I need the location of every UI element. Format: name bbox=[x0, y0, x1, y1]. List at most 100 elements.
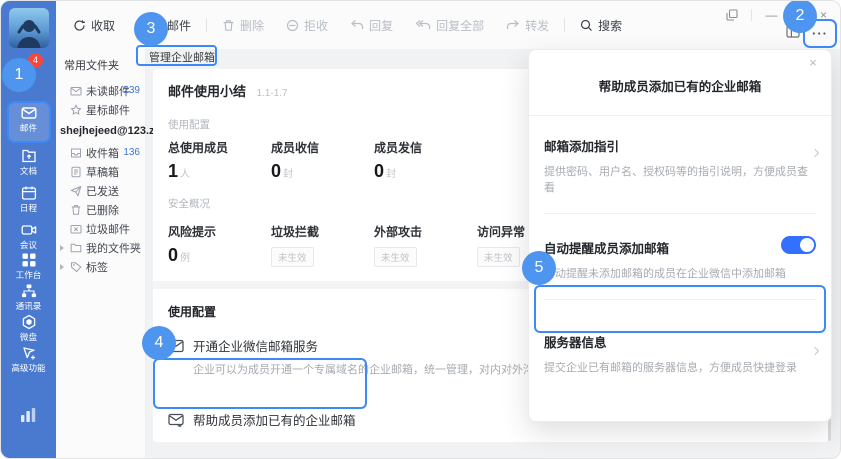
draft-icon bbox=[70, 166, 82, 178]
app-window: 4 邮件 文档 日程 会议 工作台 通讯录 微盘 bbox=[0, 0, 841, 459]
panel-divider bbox=[544, 213, 816, 214]
trash-icon bbox=[222, 19, 235, 32]
sidebar-item-calendar[interactable]: 日程 bbox=[1, 185, 56, 213]
reject-button[interactable]: 拒收 bbox=[275, 17, 339, 34]
mailbox-guide-item[interactable]: 邮箱添加指引 提供密码、用户名、授权码等的指引说明，方便成员查看 bbox=[529, 136, 831, 195]
forward-button[interactable]: 转发 bbox=[495, 17, 560, 34]
sidebar-item-label: 工作台 bbox=[2, 270, 54, 280]
panel-title: 帮助成员添加已有的企业邮箱 bbox=[529, 76, 831, 95]
stat-received: 成员收信 0封 bbox=[271, 139, 374, 182]
manage-mailbox-tab[interactable]: 管理企业邮箱 bbox=[149, 49, 215, 65]
sidebar-item-label: 文档 bbox=[2, 166, 54, 176]
delete-button[interactable]: 删除 bbox=[211, 17, 275, 34]
inbox-count: 136 bbox=[123, 147, 140, 158]
stat-total-members: 总使用成员 1人 bbox=[168, 139, 271, 182]
my-folders-count: 175 bbox=[123, 242, 140, 253]
more-button[interactable]: ··· bbox=[812, 27, 828, 41]
close-button[interactable]: × bbox=[817, 8, 830, 21]
folder-starred[interactable]: 星标邮件 bbox=[56, 100, 145, 119]
folder-sent[interactable]: 已发送 bbox=[56, 181, 145, 200]
inbox-icon bbox=[70, 147, 82, 159]
folder-panel: 常用文件夹 未读邮件 239 星标邮件 shejhejeed@123.zr...… bbox=[56, 49, 146, 458]
mail-icon bbox=[70, 85, 82, 97]
annotation-circle-4: 4 bbox=[142, 326, 176, 360]
folder-tags[interactable]: 标签 bbox=[56, 257, 145, 276]
folder-section-title: 常用文件夹 bbox=[56, 53, 145, 81]
server-info-item[interactable]: 服务器信息 提交企业已有邮箱的服务器信息，方便成员快捷登录 bbox=[529, 332, 831, 375]
panel-close-icon[interactable]: × bbox=[805, 55, 821, 71]
sidebar-item-workbench[interactable]: 工作台 bbox=[1, 252, 56, 280]
stat-attack: 外部攻击 未生效 bbox=[374, 223, 477, 267]
auto-remind-toggle[interactable] bbox=[781, 236, 816, 254]
annotation-circle-5: 5 bbox=[522, 251, 556, 285]
toggle-knob bbox=[800, 238, 814, 252]
tag-icon bbox=[70, 261, 82, 273]
reply-all-icon bbox=[415, 19, 431, 31]
auto-remind-item: 自动提醒成员添加邮箱 自动提醒未添加邮箱的成员在企业微信中添加邮箱 bbox=[529, 238, 831, 281]
sidebar-item-advanced[interactable]: 高级功能 bbox=[1, 345, 56, 373]
annotation-circle-2: 2 bbox=[783, 0, 817, 33]
account-name[interactable]: shejhejeed@123.zr... bbox=[56, 119, 145, 143]
expand-caret-icon[interactable] bbox=[60, 245, 64, 251]
sidebar-item-label: 高级功能 bbox=[2, 363, 54, 373]
status-badge: 未生效 bbox=[271, 247, 314, 267]
minimize-button[interactable]: — bbox=[765, 8, 778, 21]
toolbar-divider bbox=[564, 18, 565, 32]
refresh-icon bbox=[73, 19, 86, 32]
forward-icon bbox=[506, 19, 520, 31]
expand-caret-icon[interactable] bbox=[60, 264, 64, 270]
calendar-icon bbox=[21, 185, 37, 201]
folder-inbox[interactable]: 收件箱 136 bbox=[56, 143, 145, 162]
stat-sent: 成员发信 0封 bbox=[374, 139, 477, 182]
person-silhouette-icon bbox=[15, 16, 43, 48]
folder-junk[interactable]: 垃圾邮件 bbox=[56, 219, 145, 238]
search-button[interactable]: 搜索 bbox=[569, 17, 633, 34]
folder-icon bbox=[70, 242, 82, 254]
grid-icon bbox=[21, 252, 37, 268]
block-icon bbox=[286, 19, 299, 32]
sidebar-item-mail[interactable]: 邮件 bbox=[1, 105, 56, 133]
add-mailbox-panel: × 帮助成员添加已有的企业邮箱 邮箱添加指引 提供密码、用户名、授权码等的指引说… bbox=[528, 49, 832, 422]
folder-deleted[interactable]: 已删除 bbox=[56, 200, 145, 219]
annotation-circle-3: 3 bbox=[134, 12, 168, 46]
mail-add-icon bbox=[168, 413, 184, 427]
unread-count: 239 bbox=[123, 85, 140, 96]
panel-divider bbox=[529, 115, 831, 116]
chevron-right-icon bbox=[811, 347, 819, 355]
sidebar-item-meeting[interactable]: 会议 bbox=[1, 222, 56, 250]
meeting-icon bbox=[21, 222, 37, 238]
popout-icon[interactable] bbox=[725, 8, 738, 21]
status-badge: 未生效 bbox=[477, 247, 520, 267]
folder-unread[interactable]: 未读邮件 239 bbox=[56, 81, 145, 100]
reply-all-button[interactable]: 回复全部 bbox=[404, 17, 495, 34]
window-divider bbox=[751, 9, 752, 21]
sidebar-item-drive[interactable]: 微盘 bbox=[1, 314, 56, 342]
sidebar-item-label: 会议 bbox=[2, 240, 54, 250]
document-icon bbox=[21, 148, 37, 164]
sidebar-item-label: 日程 bbox=[2, 203, 54, 213]
reply-button[interactable]: 回复 bbox=[339, 17, 404, 34]
annotation-circle-1: 1 bbox=[2, 58, 36, 92]
statistics-icon[interactable] bbox=[20, 407, 37, 428]
sparkle-icon bbox=[21, 345, 37, 361]
folder-drafts[interactable]: 草稿箱 bbox=[56, 162, 145, 181]
panel-divider bbox=[544, 299, 816, 300]
sidebar-item-label: 微盘 bbox=[2, 332, 54, 342]
toolbar: 收取 写邮件 删除 拒收 回复 回复全部 bbox=[56, 1, 840, 49]
send-icon bbox=[70, 185, 82, 197]
stat-risk: 风险提示 0例 bbox=[168, 223, 271, 267]
summary-title: 邮件使用小结 bbox=[168, 84, 246, 99]
trash-icon bbox=[70, 204, 82, 216]
sidebar-item-label: 邮件 bbox=[2, 123, 54, 133]
avatar[interactable] bbox=[9, 8, 49, 48]
status-badge: 未生效 bbox=[374, 247, 417, 267]
junk-mail-icon bbox=[70, 223, 82, 235]
folder-my-folders[interactable]: 我的文件夹 175 bbox=[56, 238, 145, 257]
receive-button[interactable]: 收取 bbox=[62, 17, 126, 34]
org-chart-icon bbox=[21, 283, 37, 299]
sidebar-item-docs[interactable]: 文档 bbox=[1, 148, 56, 176]
mail-icon bbox=[21, 105, 37, 121]
sidebar-item-contacts[interactable]: 通讯录 bbox=[1, 283, 56, 311]
sidebar-item-label: 通讯录 bbox=[2, 301, 54, 311]
toolbar-divider bbox=[206, 18, 207, 32]
